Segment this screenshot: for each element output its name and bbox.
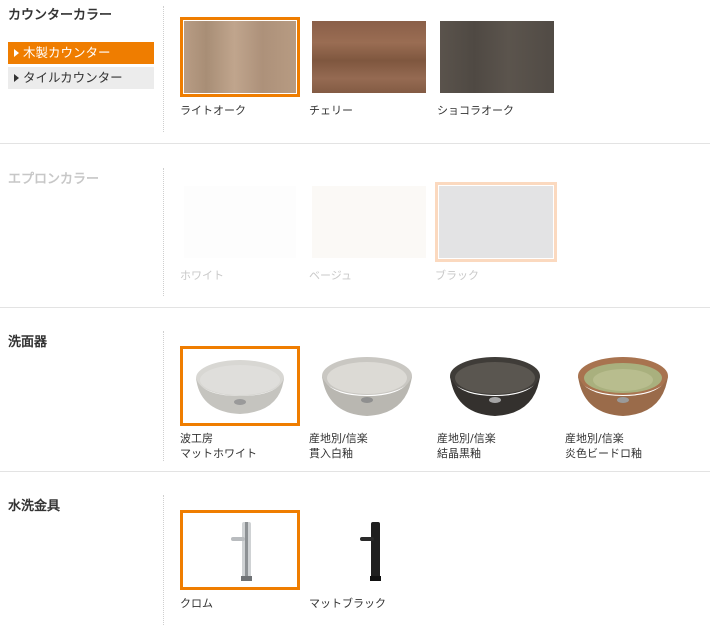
basin-kessho-black-image bbox=[450, 357, 540, 416]
option-label-line1: 産地別/信楽 bbox=[565, 432, 624, 445]
section-divider bbox=[0, 143, 710, 144]
tab-label: タイルカウンター bbox=[23, 70, 123, 85]
faucet-divider bbox=[163, 495, 164, 625]
option-label-line2: 結晶黒釉 bbox=[437, 447, 481, 460]
basin-option-enshoku-vidro[interactable]: 産地別/信楽 炎色ビードロ釉 bbox=[565, 346, 685, 464]
basin-enshoku-vidro-image bbox=[578, 357, 668, 416]
option-label-line1: 波工房 bbox=[180, 432, 213, 445]
basin-matte-white-image bbox=[196, 360, 284, 414]
counter-option-chocolate-oak[interactable]: ショコラオーク bbox=[437, 17, 557, 121]
beige-swatch bbox=[312, 186, 426, 258]
triangle-right-icon bbox=[14, 74, 19, 82]
faucet-chrome-image bbox=[231, 522, 252, 581]
option-label-line1: 産地別/信楽 bbox=[437, 432, 496, 445]
basin-option-matte-white[interactable]: 波工房 マットホワイト bbox=[180, 346, 300, 464]
cherry-swatch bbox=[312, 21, 426, 93]
apron-option-white: ホワイト bbox=[180, 182, 300, 286]
counter-divider bbox=[163, 6, 164, 132]
basin-divider bbox=[163, 331, 164, 461]
tab-tile-counter[interactable]: タイルカウンター bbox=[8, 67, 154, 89]
light-oak-swatch bbox=[184, 21, 296, 93]
faucet-title: 水洗金具 bbox=[8, 499, 61, 514]
tab-label: 木製カウンター bbox=[23, 45, 111, 60]
option-label: ライトオーク bbox=[180, 104, 246, 117]
section-divider bbox=[0, 471, 710, 472]
section-divider bbox=[0, 307, 710, 308]
option-label-line2: 炎色ビードロ釉 bbox=[565, 447, 642, 460]
apron-divider bbox=[163, 168, 164, 296]
basin-title: 洗面器 bbox=[8, 335, 48, 350]
faucet-matte-black-image bbox=[360, 522, 381, 581]
apron-option-black: ブラック bbox=[435, 182, 557, 286]
counter-option-cherry[interactable]: チェリー bbox=[309, 17, 429, 121]
apron-color-title: エプロンカラー bbox=[8, 172, 100, 187]
option-label: ベージュ bbox=[309, 269, 353, 282]
option-label-line2: 貫入白釉 bbox=[309, 447, 353, 460]
basin-option-kessho-black[interactable]: 産地別/信楽 結晶黒釉 bbox=[437, 346, 557, 464]
chocolate-oak-swatch bbox=[440, 21, 554, 93]
option-label-line1: 産地別/信楽 bbox=[309, 432, 368, 445]
triangle-right-icon bbox=[14, 49, 19, 57]
tab-wooden-counter[interactable]: 木製カウンター bbox=[8, 42, 154, 64]
apron-option-beige: ベージュ bbox=[309, 182, 429, 286]
basin-kannyu-white-image bbox=[322, 357, 412, 416]
faucet-option-chrome[interactable]: クロム bbox=[180, 510, 300, 614]
black-swatch bbox=[439, 186, 553, 258]
option-label: クロム bbox=[180, 597, 213, 610]
counter-color-title: カウンターカラー bbox=[8, 8, 113, 23]
option-label: チェリー bbox=[309, 104, 353, 117]
option-label: ブラック bbox=[435, 269, 479, 282]
option-label-line2: マットホワイト bbox=[180, 447, 257, 460]
white-swatch bbox=[184, 186, 296, 258]
option-label: ショコラオーク bbox=[437, 104, 514, 117]
option-label: ホワイト bbox=[180, 269, 224, 282]
counter-option-light-oak[interactable]: ライトオーク bbox=[180, 17, 300, 121]
basin-option-kannyu-white[interactable]: 産地別/信楽 貫入白釉 bbox=[309, 346, 429, 464]
faucet-option-matte-black[interactable]: マットブラック bbox=[309, 510, 429, 614]
option-label: マットブラック bbox=[309, 597, 386, 610]
